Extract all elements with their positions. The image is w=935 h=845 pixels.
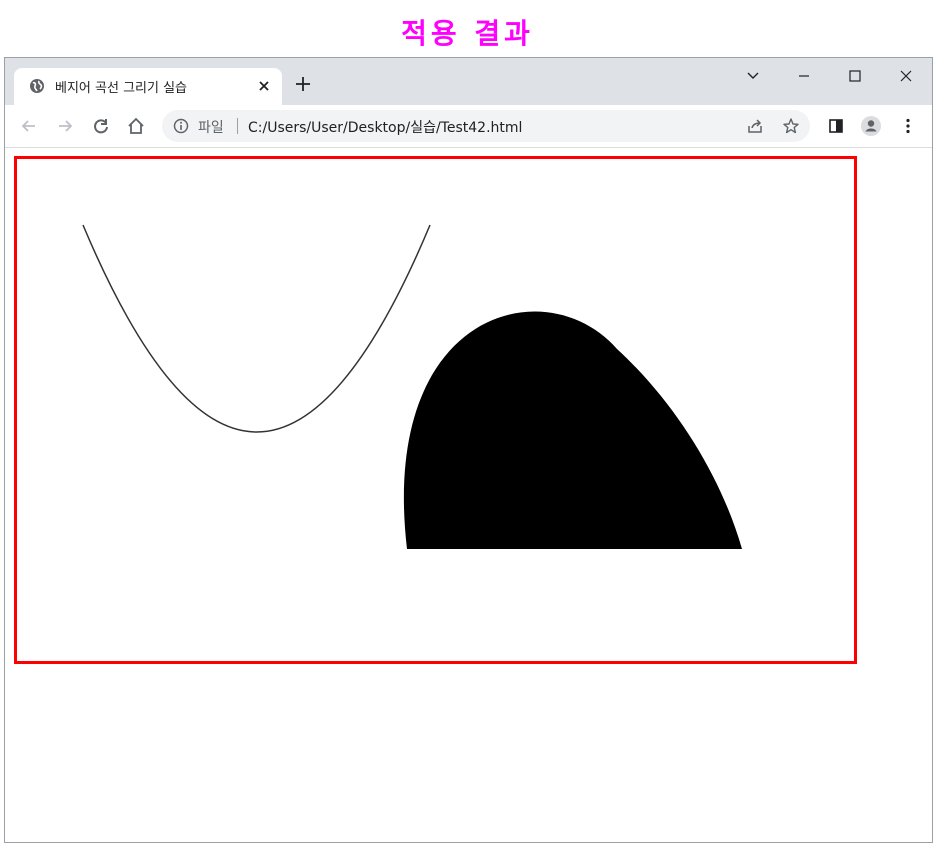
- address-divider: [237, 118, 238, 134]
- quadratic-curve-stroke: [82, 224, 431, 433]
- reload-icon[interactable]: [91, 116, 111, 136]
- tab-title: 베지어 곡선 그리기 실습: [55, 81, 187, 96]
- address-bar[interactable]: 파일 C:/Users/User/Desktop/실습/Test42.html: [162, 110, 810, 142]
- forward-arrow-icon[interactable]: [55, 116, 75, 136]
- back-arrow-icon[interactable]: [19, 116, 39, 136]
- bezier-filled-shape: [403, 311, 742, 549]
- result-caption: 적용 결과: [401, 17, 534, 50]
- bookmark-star-icon[interactable]: [782, 117, 800, 135]
- new-tab-icon[interactable]: [295, 76, 311, 92]
- globe-icon: [30, 79, 44, 93]
- browser-toolbar: 파일 C:/Users/User/Desktop/실습/Test42.html: [5, 105, 932, 148]
- page-content: [5, 148, 932, 842]
- share-icon[interactable]: [746, 117, 764, 135]
- info-icon[interactable]: [173, 118, 189, 134]
- side-panel-icon[interactable]: [826, 116, 846, 136]
- maximize-icon[interactable]: [845, 66, 865, 86]
- more-menu-icon[interactable]: [898, 116, 918, 136]
- drawing-canvas: [14, 156, 857, 664]
- home-icon[interactable]: [126, 116, 146, 136]
- browser-window: 베지어 곡선 그리기 실습 파일 C:/Users/User/Desktop/실…: [4, 57, 933, 843]
- file-scheme-label: 파일: [198, 120, 224, 136]
- canvas-drawing: [82, 224, 742, 549]
- profile-avatar-icon[interactable]: [861, 116, 881, 136]
- tab-search-chevron-icon[interactable]: [743, 66, 763, 86]
- url-text[interactable]: C:/Users/User/Desktop/실습/Test42.html: [248, 117, 522, 137]
- minimize-icon[interactable]: [794, 66, 814, 86]
- active-tab[interactable]: 베지어 곡선 그리기 실습: [14, 68, 282, 105]
- tab-strip: 베지어 곡선 그리기 실습: [5, 58, 932, 105]
- close-tab-icon[interactable]: [257, 79, 271, 93]
- close-window-icon[interactable]: [896, 66, 916, 86]
